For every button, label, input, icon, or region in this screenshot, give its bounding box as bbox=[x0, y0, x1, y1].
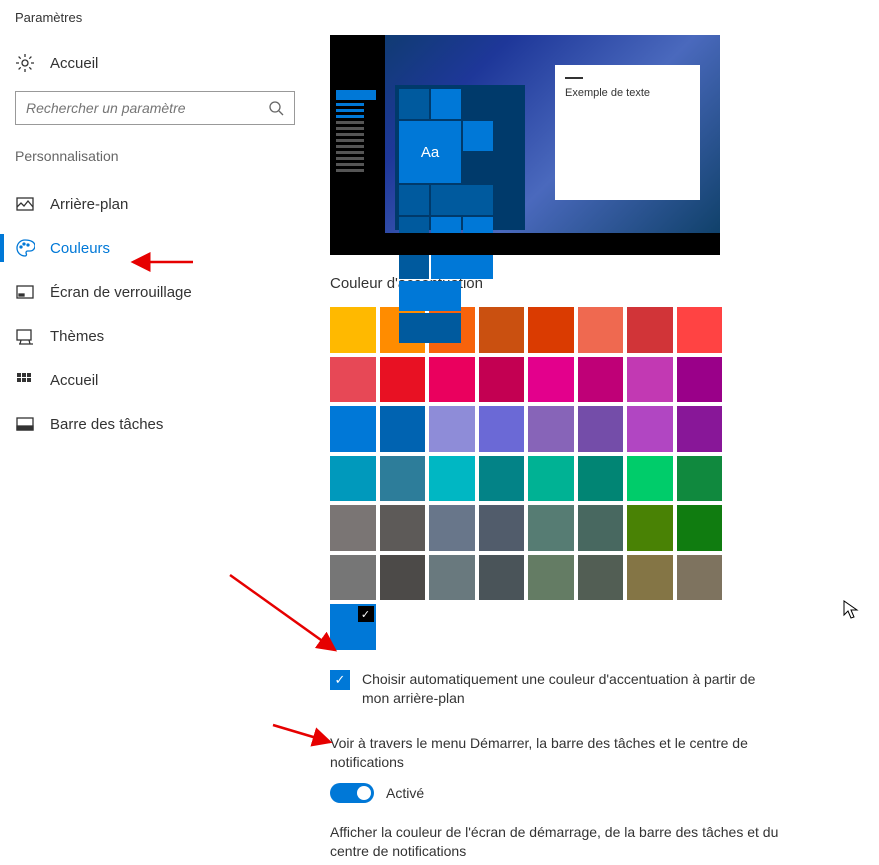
sidebar-item-background[interactable]: Arrière-plan bbox=[0, 182, 310, 226]
taskbar-icon bbox=[15, 414, 35, 434]
color-swatch[interactable] bbox=[429, 406, 475, 452]
color-swatch[interactable] bbox=[528, 555, 574, 601]
sidebar-item-label: Accueil bbox=[50, 372, 98, 389]
image-icon bbox=[15, 194, 35, 214]
search-icon bbox=[268, 100, 284, 116]
color-swatch[interactable] bbox=[528, 456, 574, 502]
search-input[interactable] bbox=[26, 100, 268, 116]
theme-icon bbox=[15, 326, 35, 346]
transparency-state: Activé bbox=[386, 785, 424, 801]
color-swatch[interactable] bbox=[578, 307, 624, 353]
color-swatch[interactable] bbox=[578, 505, 624, 551]
auto-pick-checkbox[interactable]: ✓ bbox=[330, 670, 350, 690]
sidebar-item-themes[interactable]: Thèmes bbox=[0, 314, 310, 358]
color-swatch[interactable] bbox=[380, 357, 426, 403]
sidebar-item-label: Arrière-plan bbox=[50, 196, 128, 213]
color-swatch[interactable] bbox=[677, 307, 723, 353]
color-swatch[interactable] bbox=[330, 357, 376, 403]
color-swatch[interactable] bbox=[677, 505, 723, 551]
color-swatch[interactable] bbox=[380, 456, 426, 502]
sidebar-item-label: Couleurs bbox=[50, 240, 110, 257]
auto-pick-label: Choisir automatiquement une couleur d'ac… bbox=[362, 670, 782, 709]
color-swatch[interactable] bbox=[330, 505, 376, 551]
color-swatch[interactable] bbox=[627, 456, 673, 502]
color-swatch[interactable] bbox=[578, 357, 624, 403]
color-swatch[interactable] bbox=[479, 357, 525, 403]
show-color-label: Afficher la couleur de l'écran de démarr… bbox=[330, 823, 800, 862]
color-swatch[interactable] bbox=[627, 357, 673, 403]
lock-screen-icon bbox=[15, 282, 35, 302]
transparency-toggle[interactable] bbox=[330, 783, 374, 803]
cursor-icon bbox=[843, 600, 859, 620]
color-swatch[interactable] bbox=[677, 555, 723, 601]
color-swatch[interactable] bbox=[429, 505, 475, 551]
color-swatch[interactable] bbox=[627, 307, 673, 353]
color-swatch[interactable] bbox=[677, 406, 723, 452]
color-swatch[interactable] bbox=[479, 406, 525, 452]
palette-icon bbox=[15, 238, 35, 258]
color-swatch[interactable] bbox=[627, 505, 673, 551]
preview-tile-aa: Aa bbox=[399, 121, 461, 183]
color-swatch[interactable] bbox=[429, 555, 475, 601]
color-swatch[interactable] bbox=[528, 505, 574, 551]
home-button[interactable]: Accueil bbox=[0, 45, 310, 81]
color-swatch[interactable] bbox=[429, 456, 475, 502]
preview-sample-window: Exemple de texte bbox=[555, 65, 700, 200]
color-swatch[interactable] bbox=[380, 505, 426, 551]
annotation-arrow bbox=[125, 252, 195, 272]
sidebar-item-label: Écran de verrouillage bbox=[50, 284, 192, 301]
color-swatch[interactable] bbox=[578, 456, 624, 502]
window-title: Paramètres bbox=[0, 0, 879, 35]
color-grid bbox=[330, 307, 725, 600]
main-content: Aa Exemple de texte Couleur d'accentuati… bbox=[310, 35, 879, 865]
color-swatch[interactable] bbox=[380, 406, 426, 452]
color-swatch[interactable] bbox=[429, 357, 475, 403]
home-label: Accueil bbox=[50, 55, 98, 72]
color-swatch[interactable] bbox=[330, 406, 376, 452]
sidebar-item-start[interactable]: Accueil bbox=[0, 358, 310, 402]
color-swatch[interactable] bbox=[330, 456, 376, 502]
color-swatch[interactable] bbox=[330, 307, 376, 353]
color-swatch[interactable] bbox=[479, 555, 525, 601]
color-swatch[interactable] bbox=[479, 505, 525, 551]
sidebar: Accueil Personnalisation Arrière-plan Co… bbox=[0, 35, 310, 865]
annotation-arrow bbox=[225, 570, 345, 660]
sidebar-item-taskbar[interactable]: Barre des tâches bbox=[0, 402, 310, 446]
search-box[interactable] bbox=[15, 91, 295, 125]
color-swatch[interactable] bbox=[479, 456, 525, 502]
sidebar-item-lockscreen[interactable]: Écran de verrouillage bbox=[0, 270, 310, 314]
color-swatch[interactable] bbox=[380, 555, 426, 601]
check-icon: ✓ bbox=[358, 606, 374, 622]
transparency-label: Voir à travers le menu Démarrer, la barr… bbox=[330, 734, 800, 773]
color-preview: Aa Exemple de texte bbox=[330, 35, 720, 255]
color-swatch[interactable] bbox=[627, 406, 673, 452]
gear-icon bbox=[15, 53, 35, 73]
color-swatch[interactable] bbox=[677, 456, 723, 502]
sidebar-item-label: Barre des tâches bbox=[50, 416, 163, 433]
color-swatch[interactable] bbox=[528, 307, 574, 353]
start-icon bbox=[15, 370, 35, 390]
color-swatch[interactable] bbox=[578, 406, 624, 452]
color-swatch[interactable] bbox=[677, 357, 723, 403]
section-title: Personnalisation bbox=[0, 140, 310, 172]
color-swatch[interactable] bbox=[627, 555, 673, 601]
annotation-arrow bbox=[268, 720, 338, 750]
color-swatch[interactable] bbox=[578, 555, 624, 601]
color-swatch[interactable] bbox=[528, 357, 574, 403]
color-swatch[interactable] bbox=[528, 406, 574, 452]
sidebar-item-label: Thèmes bbox=[50, 328, 104, 345]
